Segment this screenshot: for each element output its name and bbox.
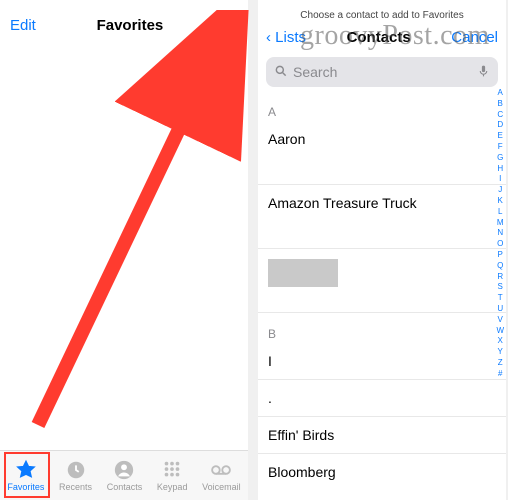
favorites-header: Edit Favorites + (0, 0, 248, 40)
contact-row[interactable]: . (258, 380, 506, 417)
contact-row[interactable]: Bloomberg (258, 454, 506, 481)
tab-label: Recents (59, 482, 92, 492)
add-favorite-button[interactable]: + (224, 10, 238, 34)
contacts-list[interactable]: A Aaron Amazon Treasure Truck B I . Effi… (258, 91, 506, 481)
search-icon (274, 64, 288, 81)
tab-label: Voicemail (202, 482, 241, 492)
favorites-empty-area (0, 40, 248, 464)
picker-title: Contacts (306, 29, 451, 46)
edit-button[interactable]: Edit (10, 17, 36, 34)
mic-icon[interactable] (477, 63, 490, 82)
tab-keypad[interactable]: Keypad (157, 459, 188, 492)
tab-recents[interactable]: Recents (59, 459, 92, 492)
search-placeholder: Search (293, 64, 337, 80)
page-title: Favorites (97, 17, 164, 34)
tab-label: Keypad (157, 482, 188, 492)
picker-nav: ‹ Lists Contacts Cancel (258, 21, 506, 53)
person-icon (113, 459, 135, 481)
favorites-screen: Edit Favorites + i Favorites Recents Con… (0, 0, 248, 500)
tab-contacts[interactable]: Contacts (107, 459, 143, 492)
keypad-icon (161, 459, 183, 481)
cancel-button[interactable]: Cancel (451, 29, 498, 46)
toast-message: Choose a contact to add to Favorites (258, 0, 506, 21)
contact-row[interactable]: Aaron (258, 121, 506, 185)
info-icon[interactable]: i (220, 50, 238, 68)
highlight-box (4, 452, 50, 498)
contact-row[interactable]: I (258, 343, 506, 380)
clock-icon (65, 459, 87, 481)
voicemail-icon (210, 459, 232, 481)
contact-row[interactable] (258, 249, 506, 313)
contact-row[interactable]: Effin' Birds (258, 417, 506, 454)
alpha-index[interactable]: ABCDEFGHIJKLMNOPQRSTUVWXYZ# (496, 88, 504, 380)
tab-label: Contacts (107, 482, 143, 492)
contact-row[interactable]: Amazon Treasure Truck (258, 185, 506, 249)
section-header-a: A (258, 91, 506, 121)
back-button[interactable]: ‹ Lists (266, 29, 306, 46)
search-input[interactable]: Search (266, 57, 498, 87)
contact-picker-screen: Choose a contact to add to Favorites ‹ L… (258, 0, 506, 500)
redacted-contact (268, 259, 338, 287)
tab-voicemail[interactable]: Voicemail (202, 459, 241, 492)
section-header-b: B (258, 313, 506, 343)
